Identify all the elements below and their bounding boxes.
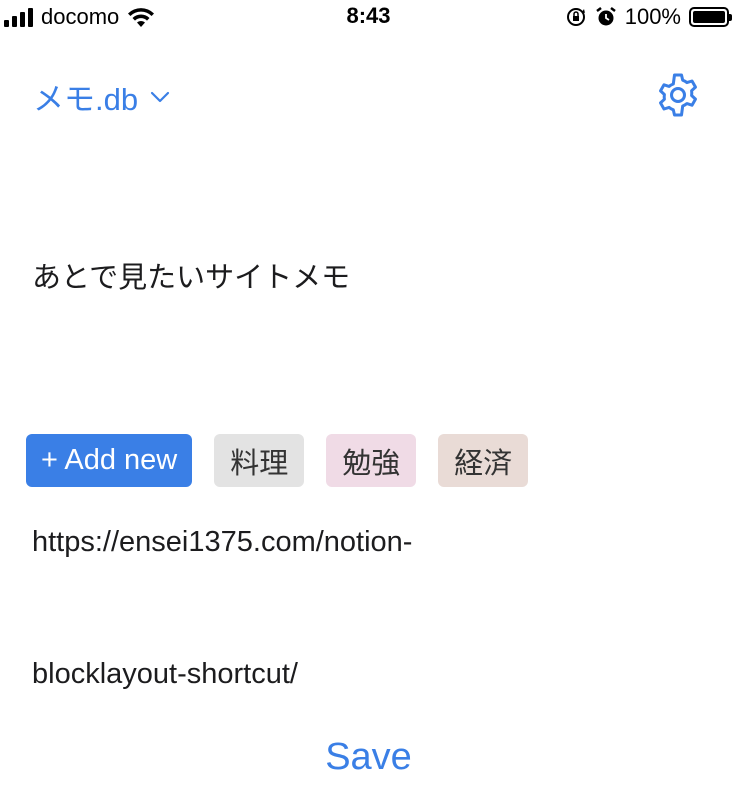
- gear-icon[interactable]: [654, 71, 702, 119]
- memo-title-line: あとで見たいサイトメモ: [32, 262, 351, 294]
- chevron-down-icon: [151, 91, 170, 102]
- database-selector[interactable]: メモ.db: [33, 74, 170, 119]
- battery-percentage: 100%: [624, 4, 681, 29]
- tag-keizai[interactable]: 経済: [438, 434, 529, 487]
- status-bar: docomo 8:43 100%: [0, 0, 737, 34]
- save-button[interactable]: Save: [0, 736, 737, 779]
- add-tag-button[interactable]: + Add new: [26, 434, 193, 487]
- database-name: メモ.db: [33, 82, 139, 117]
- battery-icon: [689, 7, 732, 27]
- memo-url-line-2: blocklayout-shortcut/: [32, 658, 298, 690]
- tag-benkyo[interactable]: 勉強: [326, 434, 417, 487]
- status-right: 100%: [565, 4, 732, 30]
- tag-ryori[interactable]: 料理: [214, 434, 305, 487]
- alarm-icon: [595, 7, 616, 26]
- memo-blank-line: [32, 388, 502, 432]
- orientation-lock-icon: [566, 8, 585, 26]
- memo-url-line-1: https://ensei1375.com/notion-: [32, 526, 413, 558]
- tag-list: + Add new 料理 勉強 経済: [26, 434, 529, 487]
